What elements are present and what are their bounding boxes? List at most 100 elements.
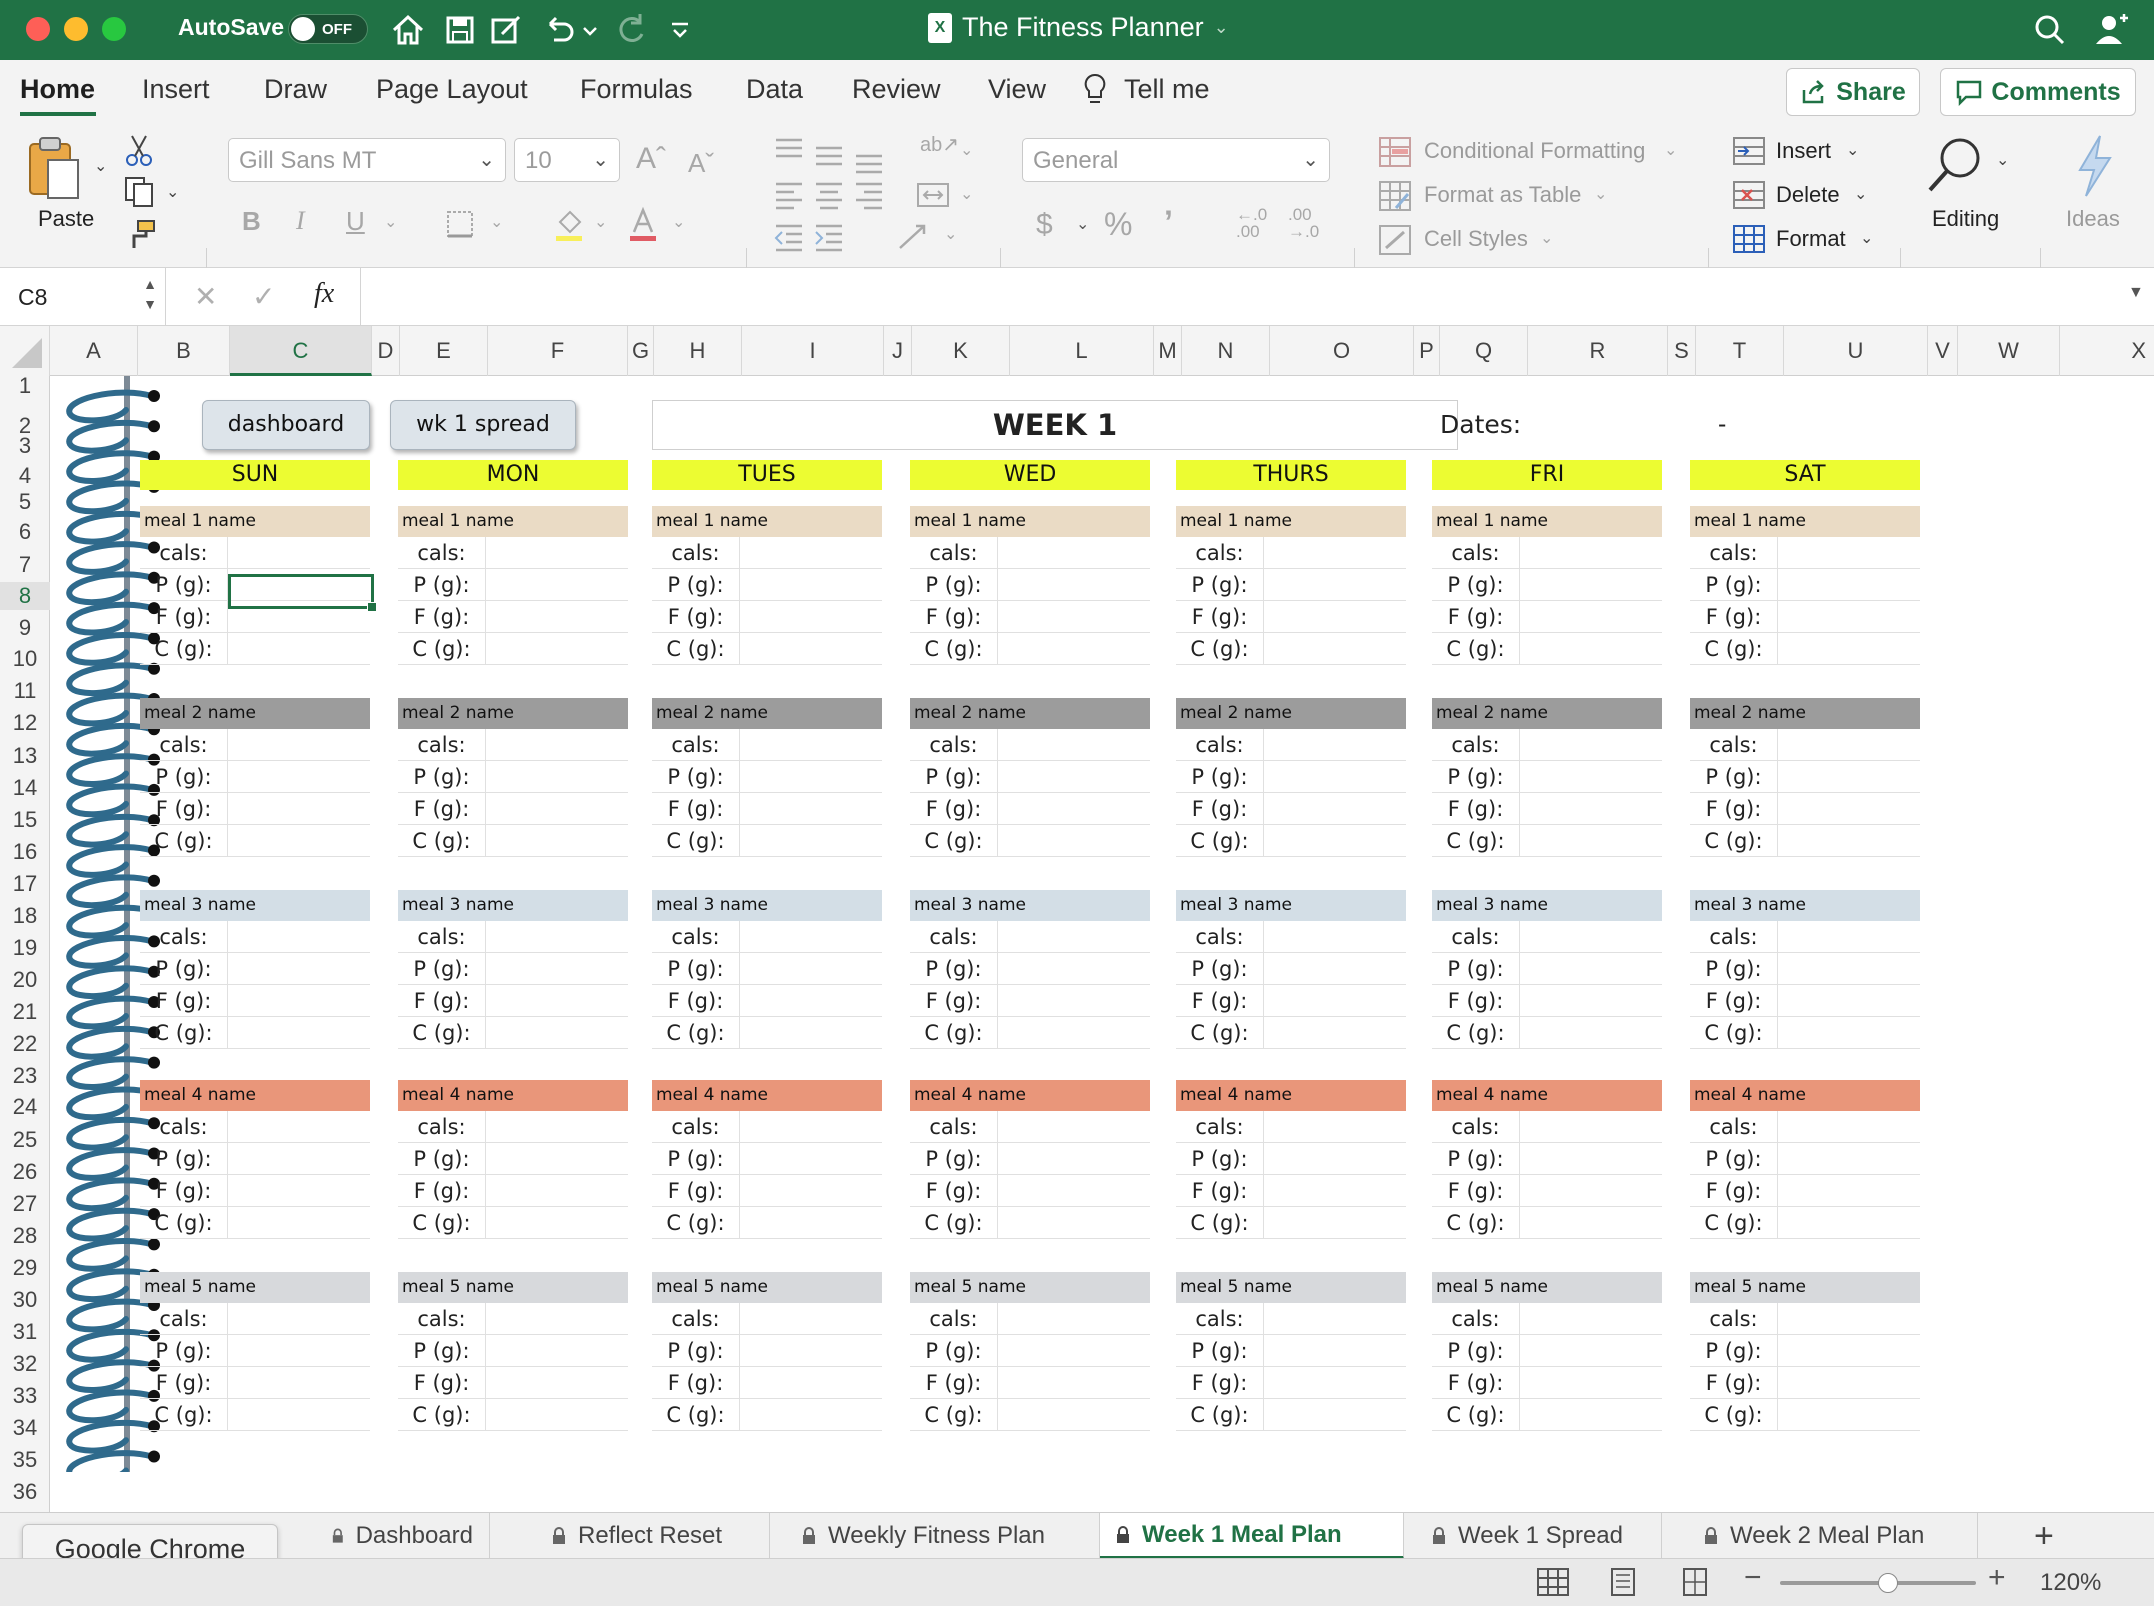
row-header[interactable]: 23	[0, 1062, 50, 1090]
close-window-button[interactable]	[26, 17, 50, 41]
column-header[interactable]: L	[1010, 326, 1154, 376]
meal-name-cell[interactable]: meal 1 name	[910, 506, 1150, 537]
nutrition-value-cell[interactable]	[1778, 1303, 1920, 1334]
minimize-window-button[interactable]	[64, 17, 88, 41]
row-header[interactable]: 28	[0, 1222, 50, 1250]
nutrition-value-cell[interactable]	[740, 1143, 882, 1174]
percent-icon[interactable]: %	[1104, 206, 1132, 243]
nutrition-value-cell[interactable]	[740, 569, 882, 600]
share-button[interactable]: Share	[1786, 68, 1920, 116]
nutrition-value-cell[interactable]	[1520, 953, 1662, 984]
meal-name-cell[interactable]: meal 5 name	[140, 1272, 370, 1303]
customize-toolbar-icon[interactable]	[666, 10, 694, 50]
column-header[interactable]: G	[628, 326, 654, 376]
nutrition-value-cell[interactable]	[740, 633, 882, 664]
meal-name-cell[interactable]: meal 2 name	[910, 698, 1150, 729]
zoom-slider-thumb[interactable]	[1878, 1573, 1898, 1593]
nutrition-value-cell[interactable]	[1264, 985, 1406, 1016]
nutrition-value-cell[interactable]	[998, 1399, 1150, 1430]
borders-icon[interactable]	[444, 208, 476, 240]
format-painter-icon[interactable]	[124, 218, 158, 252]
nutrition-value-cell[interactable]	[1778, 953, 1920, 984]
insert-cells-dropdown-icon[interactable]: ⌄	[1846, 140, 1859, 160]
comments-button[interactable]: Comments	[1940, 68, 2136, 116]
meal-name-cell[interactable]: meal 3 name	[652, 890, 882, 921]
nutrition-value-cell[interactable]	[1264, 1143, 1406, 1174]
row-header[interactable]: 12	[0, 709, 50, 737]
indent-icons[interactable]	[772, 220, 852, 254]
nutrition-value-cell[interactable]	[998, 537, 1150, 568]
column-header[interactable]: U	[1784, 326, 1928, 376]
nutrition-value-cell[interactable]	[486, 1017, 628, 1048]
nutrition-value-cell[interactable]	[1778, 985, 1920, 1016]
nutrition-value-cell[interactable]	[486, 1111, 628, 1142]
nutrition-value-cell[interactable]	[1264, 1399, 1406, 1430]
column-header[interactable]: S	[1668, 326, 1696, 376]
meal-name-cell[interactable]: meal 3 name	[1176, 890, 1406, 921]
nutrition-value-cell[interactable]	[998, 985, 1150, 1016]
row-header[interactable]: 22	[0, 1030, 50, 1058]
nutrition-value-cell[interactable]	[1520, 1175, 1662, 1206]
nutrition-value-cell[interactable]	[998, 1143, 1150, 1174]
select-all-corner[interactable]	[0, 326, 50, 376]
row-header[interactable]: 15	[0, 806, 50, 834]
delete-cells-icon[interactable]	[1732, 180, 1766, 210]
nutrition-value-cell[interactable]	[740, 1335, 882, 1366]
conditional-formatting-icon[interactable]	[1378, 136, 1412, 168]
meal-name-cell[interactable]: meal 2 name	[140, 698, 370, 729]
cell-styles-icon[interactable]	[1378, 224, 1412, 256]
nutrition-value-cell[interactable]	[228, 1303, 370, 1334]
row-header[interactable]: 25	[0, 1126, 50, 1154]
nutrition-value-cell[interactable]	[1520, 825, 1662, 856]
row-header[interactable]: 35	[0, 1446, 50, 1474]
nutrition-value-cell[interactable]	[740, 729, 882, 760]
nutrition-value-cell[interactable]	[228, 1143, 370, 1174]
nutrition-value-cell[interactable]	[1778, 601, 1920, 632]
zoom-window-button[interactable]	[102, 17, 126, 41]
nutrition-value-cell[interactable]	[486, 633, 628, 664]
autosave-toggle[interactable]: OFF	[288, 14, 368, 44]
format-cells-icon[interactable]	[1732, 224, 1766, 254]
nutrition-value-cell[interactable]	[740, 761, 882, 792]
home-icon[interactable]	[388, 10, 428, 50]
row-header[interactable]: 30	[0, 1286, 50, 1314]
sheet-tab-dashboard[interactable]: Dashboard	[316, 1513, 490, 1559]
zoom-slider[interactable]	[1780, 1573, 1976, 1593]
column-header[interactable]: D	[372, 326, 400, 376]
nutrition-value-cell[interactable]	[740, 1367, 882, 1398]
tab-review[interactable]: Review	[852, 74, 941, 105]
vertical-align-icons[interactable]	[772, 134, 888, 174]
nutrition-value-cell[interactable]	[228, 921, 370, 952]
column-header[interactable]: A	[50, 326, 138, 376]
nutrition-value-cell[interactable]	[486, 1175, 628, 1206]
row-header[interactable]: 29	[0, 1254, 50, 1282]
row-header[interactable]: 5	[0, 488, 50, 516]
page-break-view-icon[interactable]	[1680, 1567, 1710, 1597]
meal-name-cell[interactable]: meal 2 name	[1176, 698, 1406, 729]
nutrition-value-cell[interactable]	[1264, 1175, 1406, 1206]
format-as-table-icon[interactable]	[1378, 180, 1412, 212]
meal-name-cell[interactable]: meal 4 name	[140, 1080, 370, 1111]
page-layout-view-icon[interactable]	[1608, 1567, 1638, 1597]
format-as-table-dropdown-icon[interactable]: ⌄	[1594, 184, 1607, 204]
zoom-in-icon[interactable]: +	[1988, 1561, 2006, 1595]
nutrition-value-cell[interactable]	[228, 793, 370, 824]
tab-data[interactable]: Data	[746, 74, 803, 105]
nutrition-value-cell[interactable]	[1520, 793, 1662, 824]
nutrition-value-cell[interactable]	[998, 1367, 1150, 1398]
nutrition-value-cell[interactable]	[486, 953, 628, 984]
row-header[interactable]: 19	[0, 934, 50, 962]
nutrition-value-cell[interactable]	[998, 1335, 1150, 1366]
meal-name-cell[interactable]: meal 4 name	[1690, 1080, 1920, 1111]
nutrition-value-cell[interactable]	[228, 761, 370, 792]
nutrition-value-cell[interactable]	[486, 793, 628, 824]
nutrition-value-cell[interactable]	[1778, 1111, 1920, 1142]
nutrition-value-cell[interactable]	[1264, 793, 1406, 824]
column-header[interactable]: Q	[1440, 326, 1528, 376]
nutrition-value-cell[interactable]	[1520, 1017, 1662, 1048]
wrap-text-icon[interactable]	[896, 220, 936, 254]
nutrition-value-cell[interactable]	[998, 1017, 1150, 1048]
nutrition-value-cell[interactable]	[1264, 633, 1406, 664]
font-size-dropdown[interactable]: 10 ⌄	[514, 138, 620, 182]
column-header-selected[interactable]: C	[230, 326, 372, 376]
